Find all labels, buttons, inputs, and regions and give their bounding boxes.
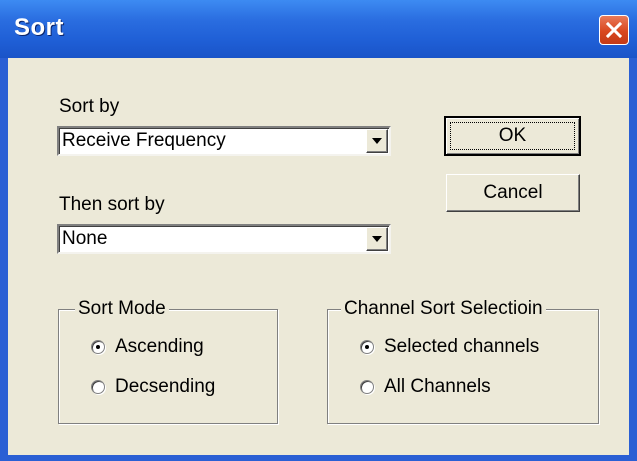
cancel-button[interactable]: Cancel — [446, 174, 580, 212]
window-title: Sort — [14, 14, 64, 41]
radio-label: Ascending — [115, 336, 204, 357]
radio-label: Decsending — [115, 376, 216, 397]
sort-by-value: Receive Frequency — [62, 130, 226, 151]
ok-button[interactable]: OK — [444, 116, 581, 156]
title-bar[interactable]: Sort — [0, 0, 637, 58]
sort-by-dropdown[interactable]: Receive Frequency — [57, 126, 391, 156]
ok-button-label: OK — [498, 125, 527, 146]
radio-label: All Channels — [384, 376, 491, 397]
then-sort-by-value: None — [62, 228, 108, 249]
sort-by-label: Sort by — [59, 96, 120, 117]
sort-by-dropdown-button[interactable] — [366, 129, 388, 153]
channel-sort-legend: Channel Sort Selectioin — [341, 298, 546, 320]
channel-sort-group: Channel Sort Selectioin Selected channel… — [327, 298, 599, 424]
radio-label: Selected channels — [384, 336, 540, 357]
radio-button[interactable] — [91, 380, 105, 394]
dialog-body: Sort by Receive Frequency Then sort by N… — [8, 58, 629, 455]
then-sort-by-label: Then sort by — [59, 194, 165, 215]
radio-checked-dot — [96, 345, 100, 349]
close-button[interactable] — [599, 15, 629, 45]
then-sort-by-dropdown-button[interactable] — [366, 227, 388, 251]
sort-dialog: Sort Sort by Receive Frequency Then sort… — [0, 0, 637, 461]
then-sort-by-dropdown[interactable]: None — [57, 224, 391, 254]
radio-button[interactable] — [91, 340, 105, 354]
radio-button[interactable] — [360, 340, 374, 354]
cancel-button-label: Cancel — [483, 182, 543, 203]
sort-mode-group: Sort Mode Ascending Decsending — [58, 298, 278, 424]
sort-mode-legend: Sort Mode — [75, 298, 169, 320]
radio-checked-dot — [365, 345, 369, 349]
radio-button[interactable] — [360, 380, 374, 394]
